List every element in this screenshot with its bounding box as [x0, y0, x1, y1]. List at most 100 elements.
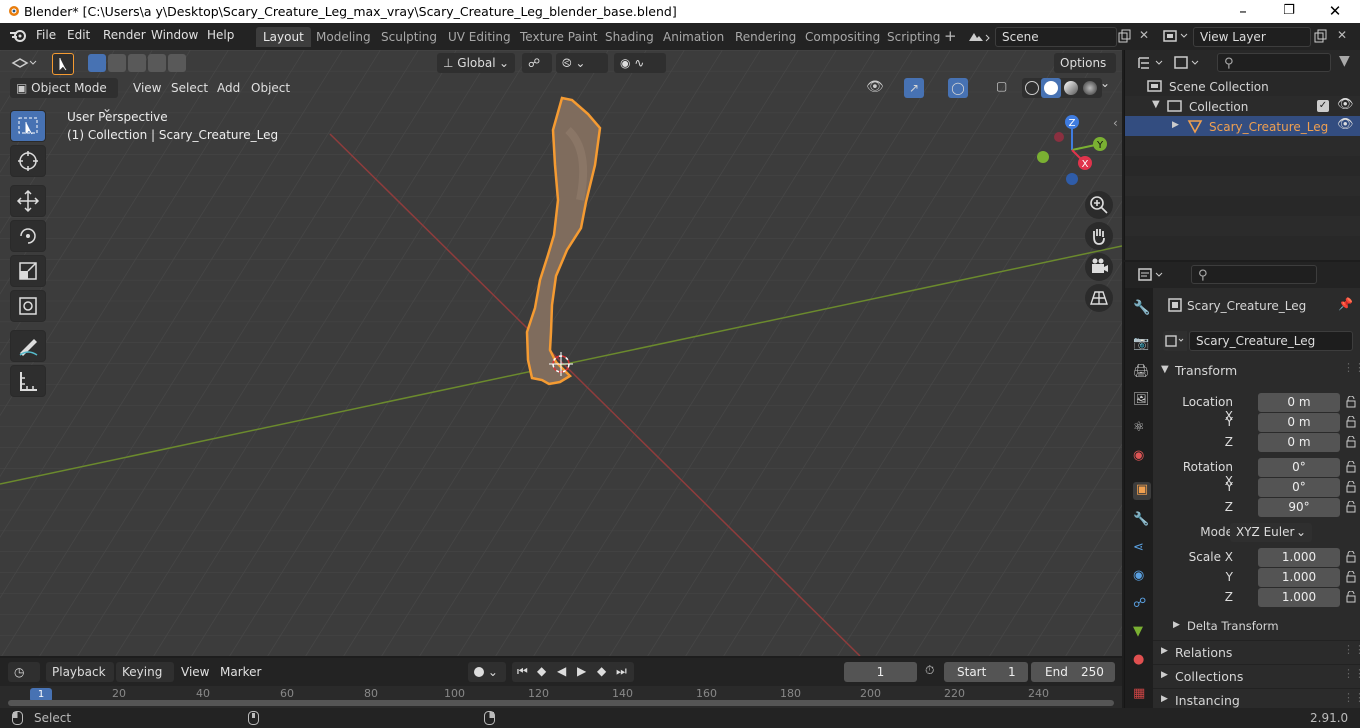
constraints-tab-icon[interactable]: ☍	[1133, 596, 1151, 614]
overlay-toggle-icon[interactable]: ◯	[948, 78, 968, 98]
render-tab-icon[interactable]: 📷	[1133, 336, 1151, 354]
drag-handle-icon[interactable]: ⋮⋮	[1343, 361, 1360, 374]
close-button[interactable]: ✕	[1312, 0, 1358, 23]
drag-handle-icon[interactable]: ⋮⋮	[1343, 667, 1360, 680]
wireframe-shading-icon[interactable]	[1025, 81, 1039, 95]
end-frame-field[interactable]: End 250	[1031, 662, 1115, 682]
material-shading-icon[interactable]	[1064, 81, 1078, 95]
scale-tool-button[interactable]	[10, 255, 46, 287]
jump-to-keyframe-back-icon[interactable]: ◆	[537, 664, 546, 678]
tool-tab-icon[interactable]: 🔧	[1133, 300, 1151, 318]
tab-rendering[interactable]: Rendering	[728, 27, 803, 47]
texture-tab-icon[interactable]: ▦	[1133, 686, 1151, 704]
annotate-tool-button[interactable]	[10, 330, 46, 362]
menu-edit[interactable]: Edit	[67, 28, 90, 42]
location-x-field[interactable]: 0 m	[1258, 393, 1340, 412]
data-block-type-dropdown[interactable]	[1163, 331, 1187, 351]
perspective-toggle-button[interactable]	[1085, 284, 1113, 312]
tab-scripting[interactable]: Scripting	[880, 27, 947, 47]
tab-compositing[interactable]: Compositing	[798, 27, 887, 47]
select-tool-button[interactable]	[10, 110, 46, 142]
remove-scene-icon[interactable]: ✕	[1139, 28, 1149, 42]
stopwatch-icon[interactable]: ⏱	[925, 663, 934, 678]
maximize-button[interactable]: ❐	[1266, 0, 1312, 23]
jump-to-start-icon[interactable]: ⏮	[517, 664, 528, 679]
lock-icon[interactable]	[1345, 416, 1357, 428]
current-frame-field[interactable]: 1	[844, 662, 917, 682]
collection-visibility-eye-icon[interactable]: 👁	[1337, 97, 1354, 112]
expand-chevron-icon[interactable]: ▼	[1152, 99, 1160, 110]
lock-icon[interactable]	[1345, 461, 1357, 473]
zoom-button[interactable]	[1085, 191, 1113, 219]
jump-to-keyframe-forward-icon[interactable]: ◆	[597, 664, 606, 678]
timeline-menu-marker[interactable]: Marker	[220, 665, 261, 679]
lock-icon[interactable]	[1345, 571, 1357, 583]
output-tab-icon[interactable]: 🖨	[1133, 364, 1151, 382]
timeline-menu-view[interactable]: View	[181, 665, 209, 679]
transform-tool-button[interactable]	[10, 290, 46, 322]
camera-view-button[interactable]	[1085, 253, 1113, 281]
lock-icon[interactable]	[1345, 591, 1357, 603]
selection-mode-set-button[interactable]	[88, 54, 106, 72]
rendered-shading-icon[interactable]	[1083, 81, 1097, 95]
scene-tab-icon[interactable]: ⚛	[1133, 420, 1151, 438]
drag-handle-icon[interactable]: ⋮⋮	[1343, 691, 1360, 704]
measure-tool-button[interactable]	[10, 365, 46, 397]
options-dropdown[interactable]: Options ⌄	[1054, 53, 1116, 90]
view-layer-tab-icon[interactable]: 🖼	[1133, 392, 1151, 410]
menu-help[interactable]: Help	[207, 28, 234, 42]
select-box-tool-button[interactable]	[52, 53, 74, 75]
relations-panel-header[interactable]: ▶ Relations ⋮⋮	[1153, 640, 1360, 662]
tab-uv-editing[interactable]: UV Editing	[441, 27, 518, 47]
expand-chevron-icon[interactable]: ▶	[1172, 120, 1179, 130]
blender-menu-icon[interactable]	[9, 29, 27, 43]
3d-viewport[interactable]: ⊥ Global ⌄ ☍ ⧀ ⌄ ◉ ∿ Options ⌄ ▣ Object …	[0, 50, 1122, 656]
selection-mode-intersect-button[interactable]	[168, 54, 186, 72]
cursor-tool-button[interactable]	[10, 145, 46, 177]
play-icon[interactable]: ▶	[577, 664, 586, 678]
outliner-editor-type-icon[interactable]	[1137, 55, 1167, 71]
scale-z-field[interactable]: 1.000	[1258, 588, 1340, 607]
xray-toggle-icon[interactable]: ▢	[996, 79, 1007, 93]
menu-render[interactable]: Render	[103, 28, 146, 42]
snap-toggle[interactable]: ⧀ ⌄	[556, 53, 608, 73]
tab-shading[interactable]: Shading	[598, 27, 661, 47]
object-visibility-eye-icon[interactable]: 👁	[1337, 117, 1354, 132]
keying-dropdown[interactable]: Keying ⌄	[116, 662, 174, 699]
tab-animation[interactable]: Animation	[656, 27, 731, 47]
tab-modeling[interactable]: Modeling	[309, 27, 378, 47]
view-layer-field[interactable]: View Layer	[1193, 27, 1311, 47]
tab-sculpting[interactable]: Sculpting	[374, 27, 444, 47]
lock-icon[interactable]	[1345, 436, 1357, 448]
outliner-row-scene-collection[interactable]: Scene Collection	[1125, 76, 1360, 96]
pan-button[interactable]	[1085, 222, 1113, 250]
outliner-row-object[interactable]: ▶ Scary_Creature_Leg 👁	[1125, 116, 1360, 136]
auto-keying-toggle[interactable]: ⌄	[468, 662, 506, 682]
scale-y-field[interactable]: 1.000	[1258, 568, 1340, 587]
add-workspace-button[interactable]: +	[944, 27, 957, 45]
location-y-field[interactable]: 0 m	[1258, 413, 1340, 432]
remove-view-layer-icon[interactable]: ✕	[1337, 28, 1347, 42]
modifiers-tab-icon[interactable]: 🔧	[1133, 512, 1151, 530]
instancing-panel-header[interactable]: ▶ Instancing ⋮⋮	[1153, 688, 1360, 708]
rotation-z-field[interactable]: 90°	[1258, 498, 1340, 517]
menu-window[interactable]: Window	[151, 28, 198, 42]
timeline-editor-type-dropdown[interactable]: ◷ ⌄	[8, 662, 40, 699]
timeline-scrollbar[interactable]	[8, 700, 1114, 706]
material-tab-icon[interactable]: ●	[1133, 652, 1151, 670]
properties-search-input[interactable]: ⚲	[1191, 265, 1317, 284]
scene-field[interactable]: Scene	[995, 27, 1117, 47]
start-frame-field[interactable]: Start 1	[944, 662, 1028, 682]
physics-tab-icon[interactable]: ◉	[1133, 568, 1151, 586]
copy-view-layer-icon[interactable]	[1314, 29, 1328, 43]
tab-layout[interactable]: Layout	[256, 27, 311, 47]
world-tab-icon[interactable]: ◉	[1133, 448, 1151, 466]
viewport-menu-add[interactable]: Add	[217, 81, 240, 95]
minimize-button[interactable]: –	[1220, 0, 1266, 23]
playback-dropdown[interactable]: Playback ⌄	[46, 662, 114, 699]
object-mode-dropdown[interactable]: ▣ Object Mode ⌄	[10, 78, 118, 115]
outliner-search-input[interactable]: ⚲	[1217, 53, 1331, 72]
pin-icon[interactable]: 📌	[1338, 297, 1353, 311]
visibility-eye-icon[interactable]: 👁	[866, 79, 884, 95]
lock-icon[interactable]	[1345, 551, 1357, 563]
